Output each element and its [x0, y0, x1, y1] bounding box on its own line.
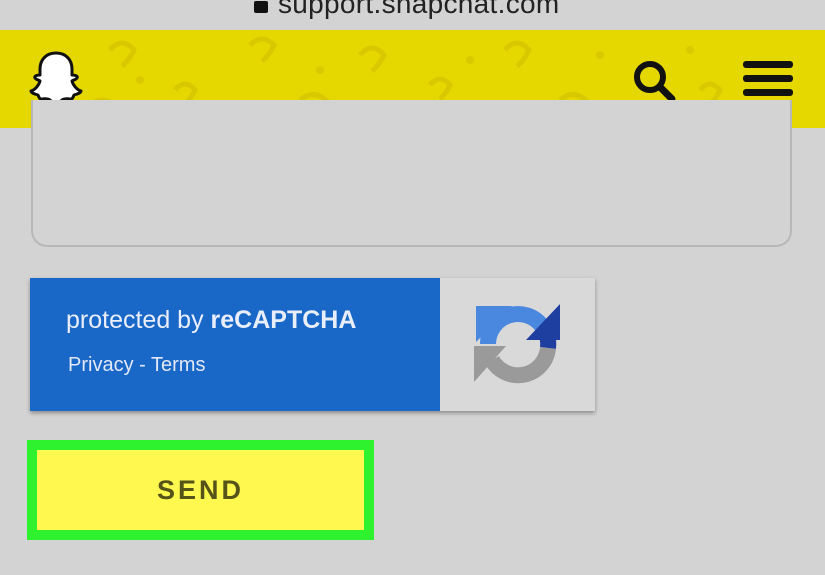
message-textarea[interactable] — [31, 100, 792, 247]
hamburger-menu-icon[interactable] — [743, 61, 793, 102]
url-text: support.snapchat.com — [278, 0, 560, 19]
terms-link[interactable]: Terms — [151, 354, 205, 376]
recaptcha-protected-text: protected by reCAPTCHA — [66, 306, 356, 335]
browser-url-bar[interactable]: support.snapchat.com — [0, 0, 825, 30]
recaptcha-brand: reCAPTCHA — [210, 306, 357, 334]
url-display[interactable]: support.snapchat.com — [254, 0, 560, 20]
recaptcha-badge[interactable]: protected by reCAPTCHA Privacy - Terms — [30, 278, 595, 411]
recaptcha-info-panel: protected by reCAPTCHA Privacy - Terms — [30, 278, 440, 411]
link-separator: - — [133, 354, 151, 376]
recaptcha-logo-panel — [440, 278, 595, 411]
send-button[interactable]: SEND — [37, 450, 364, 530]
send-button-highlight: SEND — [27, 440, 374, 540]
recaptcha-logo-icon — [470, 296, 566, 397]
lock-icon — [254, 1, 268, 13]
recaptcha-links: Privacy - Terms — [68, 354, 205, 377]
recaptcha-prefix: protected by — [66, 306, 211, 334]
privacy-link[interactable]: Privacy — [68, 354, 134, 376]
